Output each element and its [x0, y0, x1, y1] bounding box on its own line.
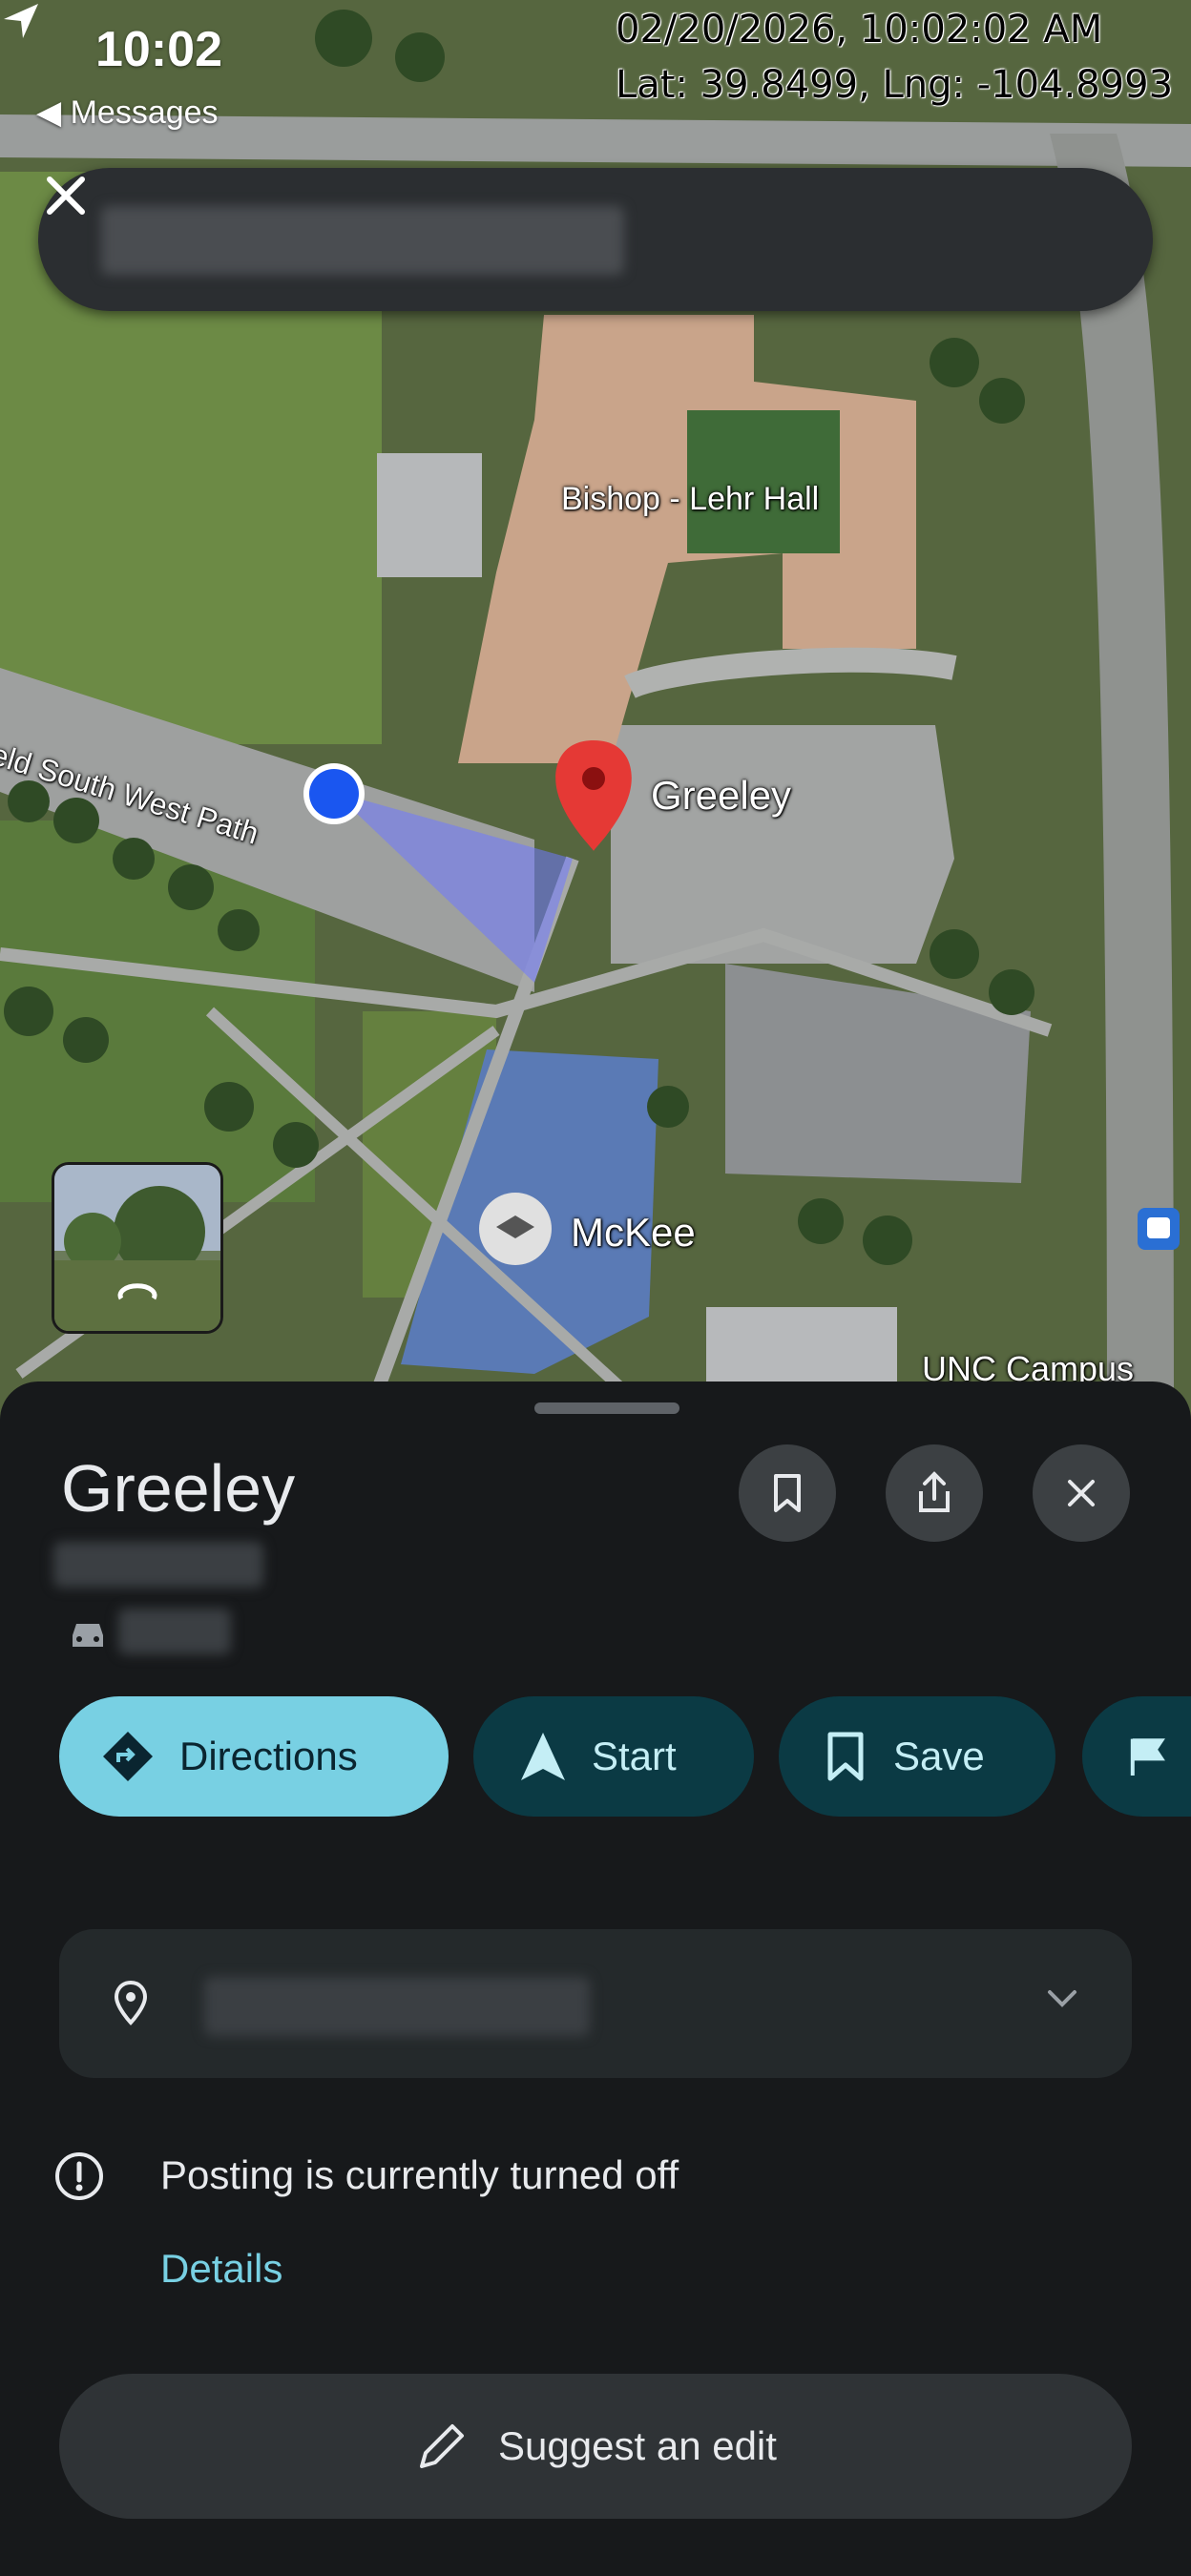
coordinates-overlay: Lat: 39.8499, Lng: -104.8993	[616, 63, 1174, 107]
redacted-address	[204, 1977, 590, 2036]
info-alert-icon	[55, 2152, 103, 2200]
details-link[interactable]: Details	[160, 2246, 282, 2292]
label-button[interactable]	[1082, 1696, 1191, 1817]
status-time: 10:02	[95, 22, 222, 77]
share-icon	[919, 1471, 950, 1512]
back-to-messages[interactable]: ◀ Messages	[36, 93, 219, 132]
location-arrow-icon	[4, 4, 38, 38]
directions-button[interactable]: Directions	[59, 1696, 449, 1817]
map-label-hall: Bishop - Lehr Hall	[561, 481, 820, 517]
bookmark-icon	[827, 1732, 864, 1781]
address-row[interactable]	[59, 1929, 1132, 2078]
timestamp-overlay: 02/20/2026, 10:02:02 AM	[616, 8, 1103, 52]
redacted-search-text	[101, 206, 624, 275]
directions-label: Directions	[179, 1734, 358, 1778]
search-bar[interactable]	[38, 168, 1153, 311]
start-button[interactable]: Start	[473, 1696, 754, 1817]
redacted-subtitle	[53, 1542, 263, 1588]
chevron-down-icon[interactable]	[1046, 1988, 1078, 2009]
map-label-pin[interactable]: Greeley	[651, 773, 791, 819]
close-icon[interactable]	[38, 168, 94, 223]
map-view[interactable]: 10:02 ◀ Messages 02/20/2026, 10:02:02 AM…	[0, 0, 1191, 1431]
save-label: Save	[893, 1734, 985, 1778]
flag-icon	[1130, 1738, 1165, 1776]
bookmark-button[interactable]	[739, 1444, 836, 1542]
save-button[interactable]: Save	[779, 1696, 1055, 1817]
street-view-thumbnail[interactable]	[52, 1162, 223, 1334]
navigation-arrow-icon	[521, 1733, 565, 1780]
close-icon	[1068, 1480, 1095, 1506]
place-bottom-sheet[interactable]: Greeley Directions Start Save Posting is…	[0, 1381, 1191, 2576]
location-pin-icon	[114, 1980, 148, 2025]
posting-status-text: Posting is currently turned off	[160, 2152, 679, 2197]
car-icon	[73, 1624, 103, 1647]
sheet-drag-handle[interactable]	[534, 1402, 679, 1414]
directions-icon	[103, 1732, 153, 1781]
place-title: Greeley	[61, 1451, 296, 1526]
redacted-drive-time	[118, 1609, 231, 1654]
close-sheet-button[interactable]	[1033, 1444, 1130, 1542]
share-button[interactable]	[886, 1444, 983, 1542]
pencil-icon	[420, 2424, 465, 2468]
map-label-building[interactable]: McKee	[571, 1210, 696, 1256]
start-label: Start	[592, 1734, 677, 1778]
suggest-edit-label: Suggest an edit	[498, 2423, 777, 2468]
bookmark-icon	[774, 1474, 801, 1512]
suggest-edit-button[interactable]: Suggest an edit	[59, 2374, 1132, 2519]
